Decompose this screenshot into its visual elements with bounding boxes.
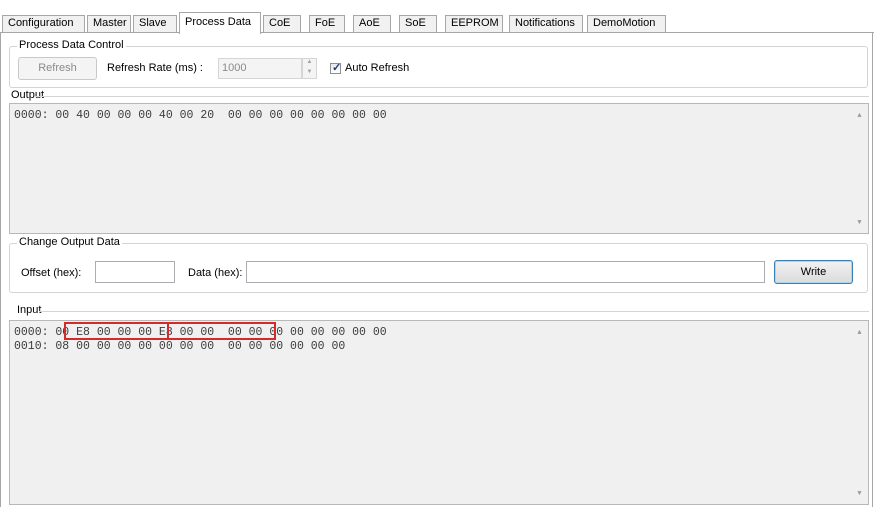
offset-input[interactable] — [95, 261, 175, 283]
input-scrollbar[interactable]: ▲ ▼ — [851, 321, 868, 504]
tab-foe[interactable]: FoE — [309, 15, 345, 32]
scroll-up-icon[interactable]: ▲ — [851, 112, 868, 120]
refresh-rate-input[interactable]: 1000 — [218, 58, 302, 79]
input-title: Input — [17, 304, 42, 316]
output-title: Output — [11, 89, 45, 101]
write-button[interactable]: Write — [774, 260, 853, 284]
tab-aoe[interactable]: AoE — [353, 15, 391, 32]
tab-soe[interactable]: SoE — [399, 15, 437, 32]
spinner-up-icon[interactable]: ▲ — [303, 59, 316, 69]
refresh-button[interactable]: Refresh — [18, 57, 97, 80]
tab-demomotion[interactable]: DemoMotion — [587, 15, 666, 32]
output-hex-view[interactable]: 0000: 00 40 00 00 00 40 00 20 00 00 00 0… — [9, 103, 869, 234]
process-data-control-title: Process Data Control — [17, 39, 126, 52]
tab-slave[interactable]: Slave — [133, 15, 177, 32]
input-hex-view[interactable]: 0000: 00 E8 00 00 00 E8 00 00 00 00 00 0… — [9, 320, 869, 505]
offset-label: Offset (hex): — [21, 267, 82, 279]
auto-refresh-label: Auto Refresh — [345, 62, 410, 74]
tab-configuration[interactable]: Configuration — [2, 15, 85, 32]
scroll-up-icon[interactable]: ▲ — [851, 329, 868, 337]
checkmark-icon: ✓ — [332, 62, 342, 74]
scroll-down-icon[interactable]: ▼ — [851, 219, 868, 227]
tab-notifications[interactable]: Notifications — [509, 15, 583, 32]
highlight-box-first-dword — [64, 322, 169, 340]
tab-coe[interactable]: CoE — [263, 15, 301, 32]
tab-eeprom[interactable]: EEPROM — [445, 15, 503, 32]
tab-master[interactable]: Master — [87, 15, 131, 32]
output-title-rule — [35, 96, 869, 97]
refresh-rate-label: Refresh Rate (ms) : — [107, 62, 203, 74]
input-line-0010: 0010: 08 00 00 00 00 00 00 00 00 00 00 0… — [14, 340, 346, 353]
data-input[interactable] — [246, 261, 765, 283]
change-output-data-title: Change Output Data — [17, 236, 122, 249]
spinner-down-icon[interactable]: ▼ — [303, 69, 316, 79]
tab-process-data[interactable]: Process Data — [179, 12, 261, 34]
data-label: Data (hex): — [188, 267, 243, 279]
output-line-0000: 0000: 00 40 00 00 00 40 00 20 00 00 00 0… — [14, 109, 387, 122]
highlight-box-second-dword — [167, 322, 276, 340]
output-scrollbar[interactable]: ▲ ▼ — [851, 104, 868, 233]
scroll-down-icon[interactable]: ▼ — [851, 490, 868, 498]
input-title-rule — [39, 311, 869, 312]
tab-strip: Configuration Master Slave Process Data … — [0, 0, 874, 34]
refresh-rate-spinner[interactable]: ▲ ▼ — [302, 58, 317, 79]
auto-refresh-checkbox[interactable]: ✓ — [330, 62, 342, 74]
